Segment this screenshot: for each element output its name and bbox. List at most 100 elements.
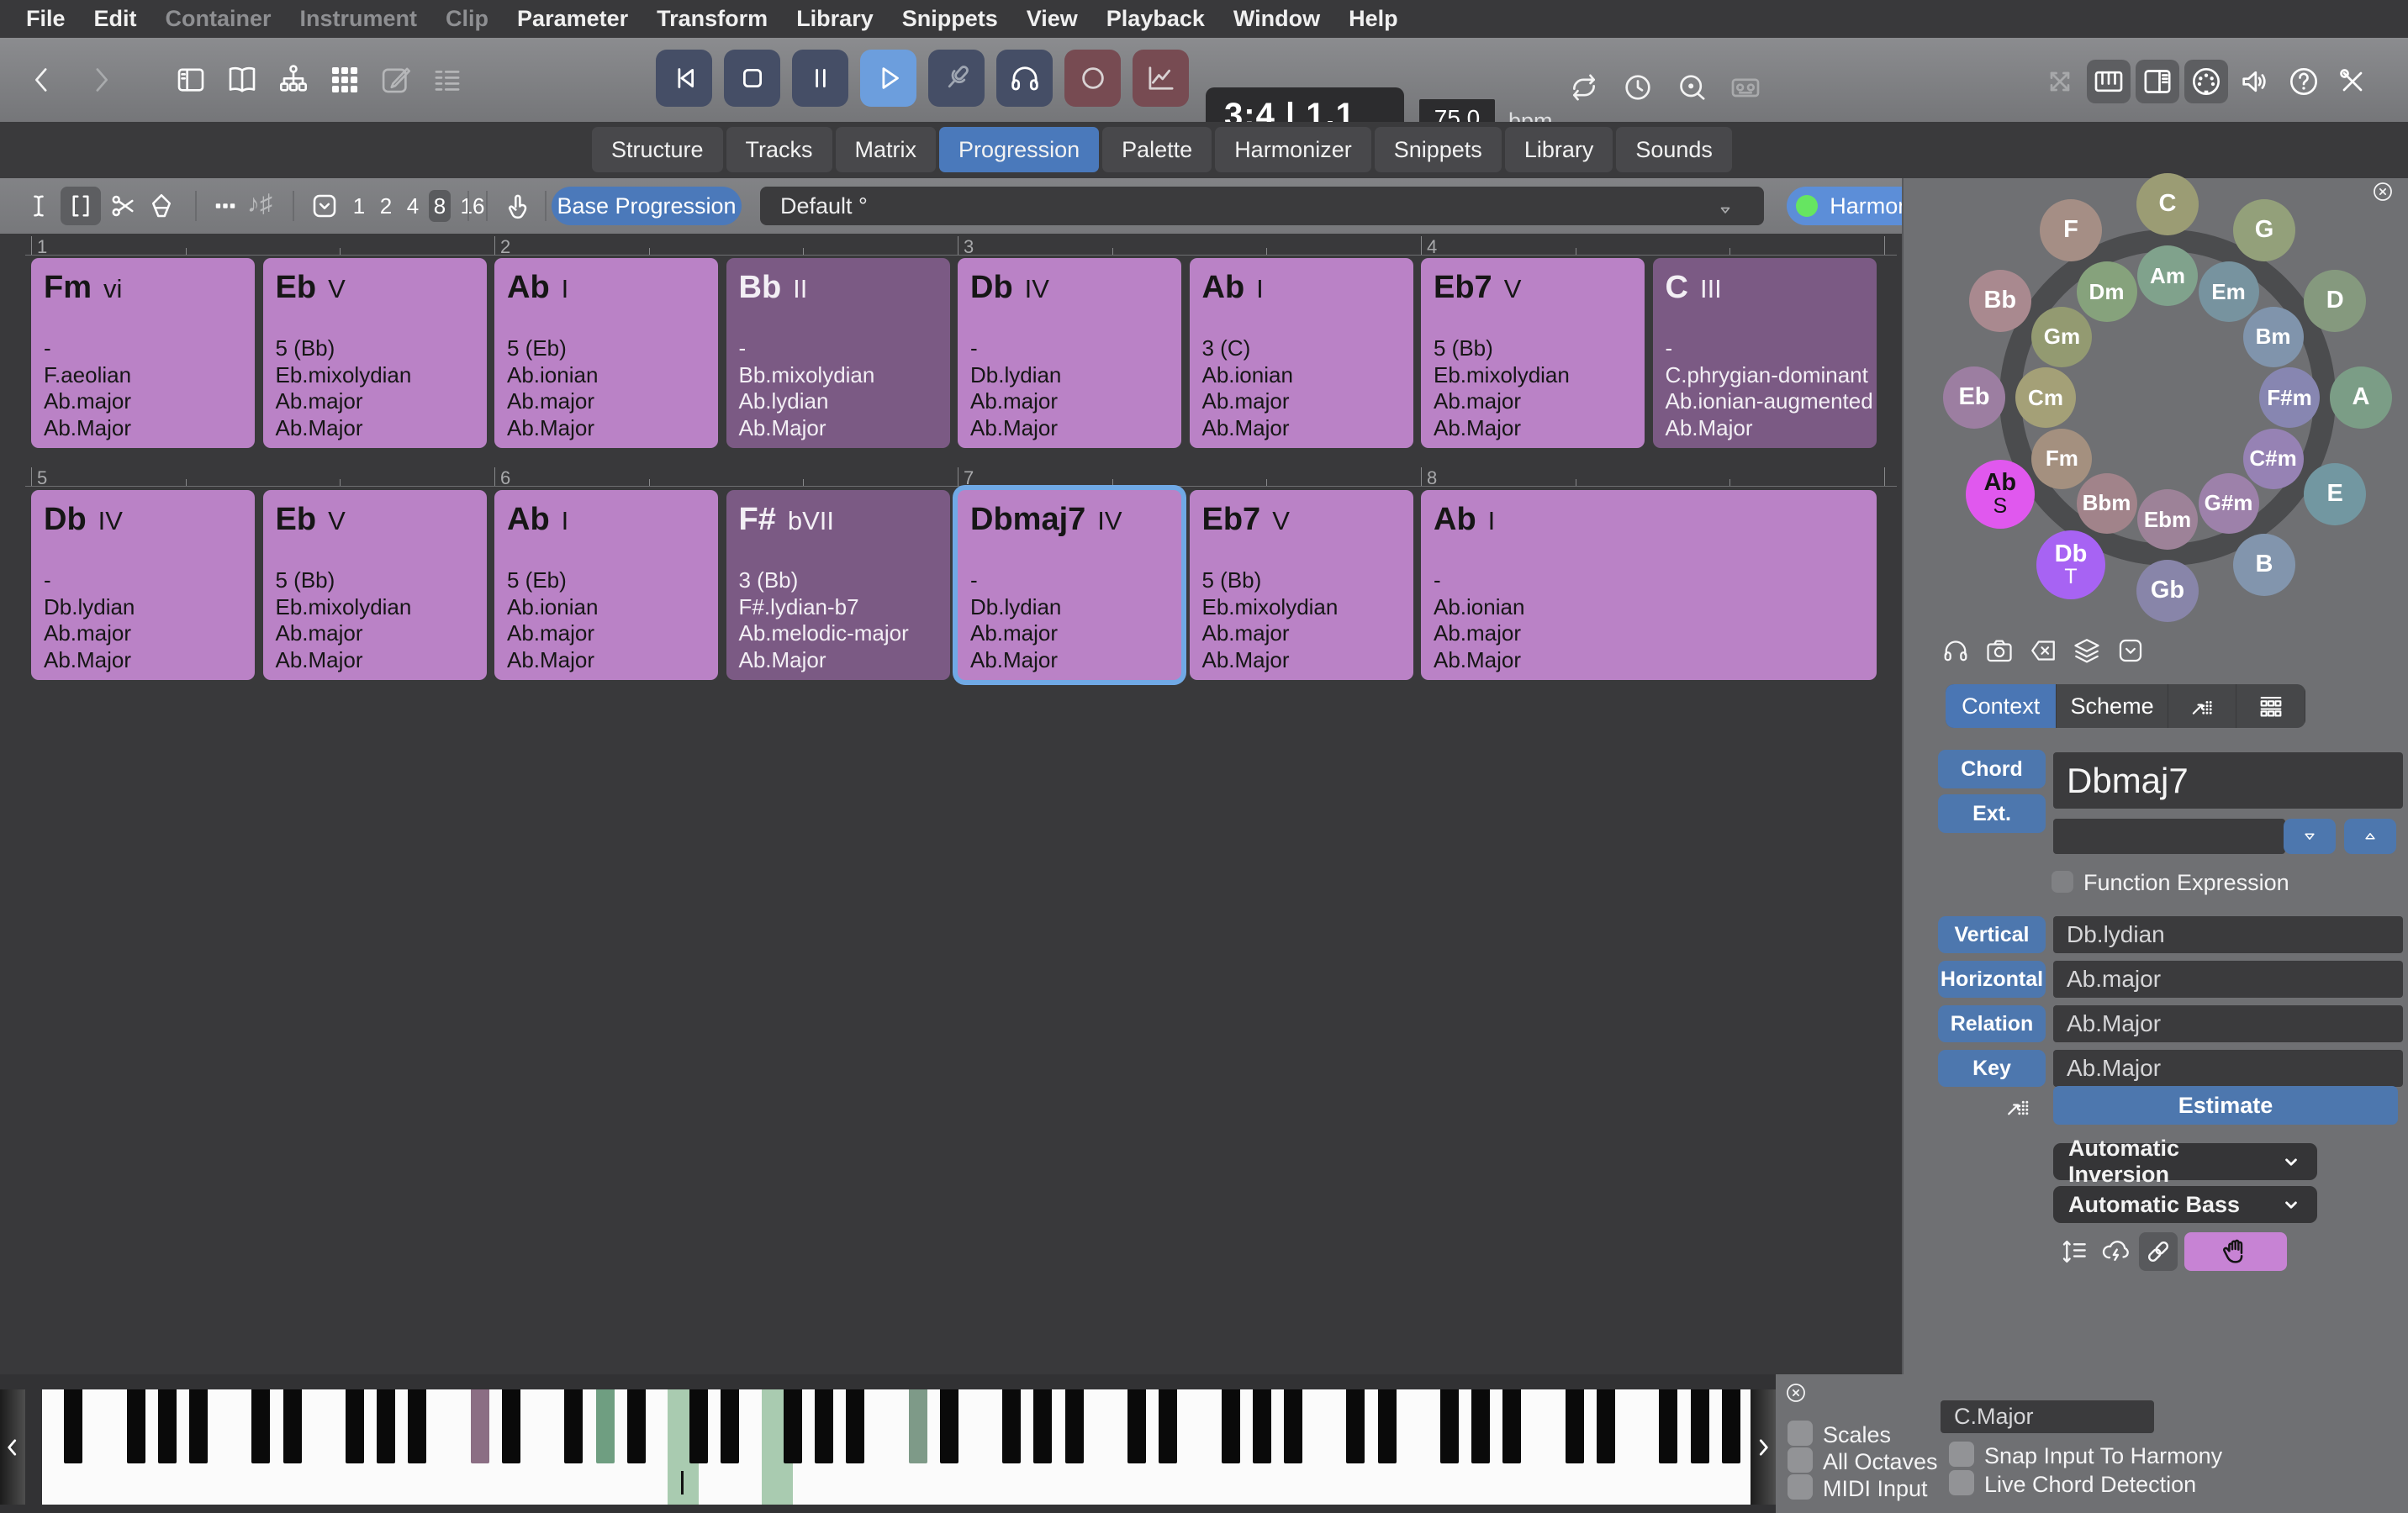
checkbox-midi-input[interactable] (1788, 1474, 1813, 1500)
menu-item-view[interactable]: View (1012, 6, 1092, 32)
black-key[interactable] (1722, 1389, 1740, 1463)
tab-sounds[interactable]: Sounds (1616, 127, 1732, 172)
black-key[interactable] (1346, 1389, 1365, 1463)
piano-keyboard[interactable] (0, 1389, 1776, 1505)
table-tab-button[interactable] (2236, 684, 2305, 728)
black-key[interactable] (1284, 1389, 1302, 1463)
menu-item-transform[interactable]: Transform (642, 6, 782, 32)
black-key[interactable] (721, 1389, 739, 1463)
key-node-g#m[interactable]: G#m (2199, 473, 2259, 534)
panel-close-button[interactable] (2371, 180, 2396, 205)
note-sharp-icon[interactable]: ♪♯ (247, 190, 272, 219)
grid-value-4[interactable]: 4 (402, 190, 424, 222)
ext-label-button[interactable]: Ext. (1938, 794, 2046, 833)
grid-value-1[interactable]: 1 (348, 190, 370, 222)
tab-progression[interactable]: Progression (939, 127, 1099, 172)
headphones-button[interactable] (1941, 635, 1974, 669)
key-node-c[interactable]: C (2136, 173, 2199, 235)
base-progression-button[interactable]: Base Progression (552, 187, 742, 225)
dropdown-automatic-inversion[interactable]: Automatic Inversion (2053, 1143, 2317, 1180)
chord-cell-dbmaj7[interactable]: Dbmaj7IV-Db.lydianAb.majorAb.Major (958, 490, 1181, 680)
expand-button[interactable] (2038, 60, 2082, 103)
black-key[interactable] (1597, 1389, 1615, 1463)
black-key[interactable] (689, 1389, 708, 1463)
punch-button[interactable] (1673, 66, 1710, 109)
key-node-bbm[interactable]: Bbm (2077, 473, 2137, 534)
midi-din-button[interactable] (2184, 60, 2228, 103)
black-key[interactable] (940, 1389, 958, 1463)
speaker-button[interactable] (2233, 60, 2277, 103)
tab-harmonizer[interactable]: Harmonizer (1215, 127, 1371, 172)
headphones-button[interactable] (996, 50, 1053, 107)
progression-canvas[interactable]: 1234Fmvi-F.aeolianAb.majorAb.MajorEbV5 (… (0, 234, 1902, 1374)
key-node-dm[interactable]: Dm (2077, 261, 2137, 322)
checkbox-chevron-button[interactable] (2115, 635, 2149, 669)
black-key[interactable] (408, 1389, 426, 1463)
black-key[interactable] (596, 1389, 615, 1463)
key-node-gm[interactable]: Gm (2031, 307, 2092, 367)
preset-dropdown[interactable]: Default ° (760, 187, 1764, 225)
black-key[interactable] (64, 1389, 82, 1463)
tab-structure[interactable]: Structure (592, 127, 723, 172)
loop-button[interactable] (1566, 66, 1603, 109)
chain-button[interactable] (2139, 1232, 2178, 1271)
black-key[interactable] (1471, 1389, 1490, 1463)
brackets-tool[interactable] (61, 187, 101, 225)
ext-value-field[interactable] (2053, 819, 2285, 854)
ext-down-button[interactable] (2284, 819, 2336, 854)
black-key[interactable] (189, 1389, 208, 1463)
checkbox-live-chord-detection[interactable] (1949, 1470, 1974, 1495)
mic-button[interactable] (928, 50, 985, 107)
scissors-tool[interactable] (103, 187, 143, 225)
key-label-button[interactable]: Key (1938, 1050, 2046, 1087)
black-key[interactable] (1033, 1389, 1052, 1463)
key-node-ab[interactable]: AbS (1966, 460, 2035, 529)
hand-point-tool[interactable] (498, 187, 538, 225)
key-node-b[interactable]: B (2233, 534, 2295, 596)
black-key[interactable] (1159, 1389, 1177, 1463)
key-node-fm[interactable]: Fm (2031, 429, 2092, 489)
key-node-cm[interactable]: Cm (2015, 367, 2076, 428)
chevron-down-icon[interactable] (1715, 200, 1735, 224)
tab-matrix[interactable]: Matrix (836, 127, 937, 172)
chord-cell-ab[interactable]: AbI5 (Eb)Ab.ionianAb.majorAb.Major (494, 490, 718, 680)
hand-hold-button[interactable] (2184, 1232, 2287, 1271)
key-node-gb[interactable]: Gb (2136, 560, 2199, 622)
skip-start-button[interactable] (656, 50, 712, 107)
checkbox-scales[interactable] (1788, 1421, 1813, 1446)
tree-button[interactable] (275, 58, 312, 102)
menu-item-help[interactable]: Help (1334, 6, 1413, 32)
rack-button[interactable] (2136, 60, 2179, 103)
key-node-db[interactable]: DbT (2036, 530, 2105, 599)
scatter-tab-button[interactable] (2168, 684, 2237, 728)
ibeam-tool[interactable] (18, 187, 59, 225)
key-node-f#m[interactable]: F#m (2259, 367, 2320, 428)
checkbox-chevron-tool[interactable] (304, 187, 345, 225)
menu-item-library[interactable]: Library (782, 6, 888, 32)
play-button[interactable] (860, 50, 916, 107)
camera-button[interactable] (1984, 635, 2018, 669)
black-key[interactable] (1378, 1389, 1397, 1463)
black-key[interactable] (127, 1389, 145, 1463)
chord-cell-eb7[interactable]: Eb7V5 (Bb)Eb.mixolydianAb.majorAb.Major (1421, 258, 1645, 448)
pencil-button[interactable] (378, 58, 415, 102)
stop-button[interactable] (724, 50, 780, 107)
tab-library[interactable]: Library (1505, 127, 1613, 172)
dots-tool[interactable] (205, 187, 246, 225)
sort-button[interactable] (2055, 1232, 2094, 1271)
chord-cell-eb[interactable]: EbV5 (Bb)Eb.mixolydianAb.majorAb.Major (263, 258, 487, 448)
black-key[interactable] (909, 1389, 927, 1463)
relation-value-field[interactable]: Ab.Major (2053, 1005, 2403, 1042)
grid-value-2[interactable]: 2 (375, 190, 397, 222)
key-context-field[interactable]: C.Major (1941, 1400, 2154, 1433)
menu-item-snippets[interactable]: Snippets (888, 6, 1012, 32)
help-button[interactable] (2282, 60, 2326, 103)
grid-value-16[interactable]: 16 (456, 190, 489, 222)
horizontal-label-button[interactable]: Horizontal (1938, 961, 2046, 998)
black-key[interactable] (1502, 1389, 1521, 1463)
keyboard-scroll-left[interactable] (0, 1389, 25, 1505)
black-key[interactable] (1222, 1389, 1240, 1463)
black-key[interactable] (502, 1389, 520, 1463)
black-key[interactable] (627, 1389, 646, 1463)
black-key[interactable] (1127, 1389, 1146, 1463)
